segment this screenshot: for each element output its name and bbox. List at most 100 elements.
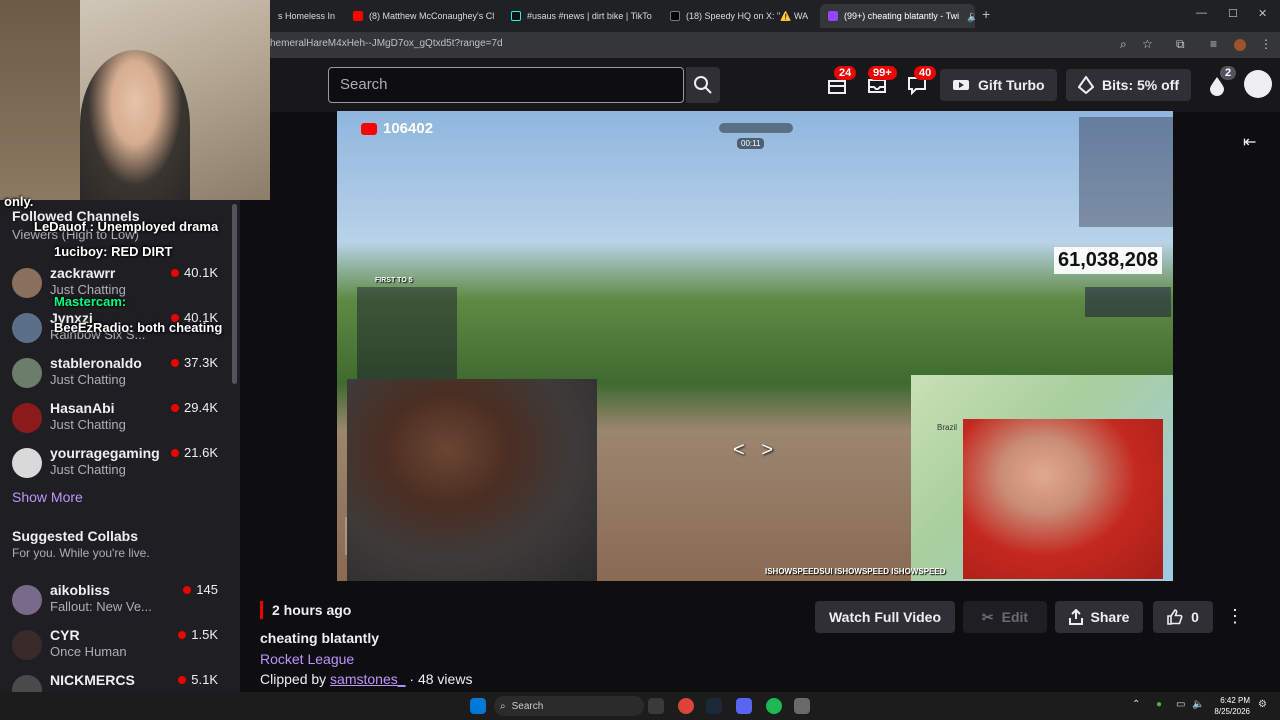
chat-message: only. (4, 194, 34, 209)
clip-time-ago: 2 hours ago (272, 602, 352, 618)
discord-icon[interactable] (736, 698, 752, 714)
background-shelf (0, 0, 80, 200)
browser-tab-active[interactable]: (99+) cheating blatantly - Twi 🔈 ✕ (820, 4, 975, 28)
address-bar[interactable]: hemeralHareM4xHeh--JMgD7ox_gQtxd5t?range… (270, 32, 1280, 58)
browser-tab[interactable]: #usaus #news | dirt bike | TikTo ✕ (503, 4, 655, 28)
clip-game-link[interactable]: Rocket League (260, 651, 354, 667)
channel-game: Just Chatting (50, 372, 126, 387)
notification-badge: 99+ (868, 66, 897, 80)
browser-tab[interactable]: (8) Matthew McConaughey's Cl ✕ (345, 4, 497, 28)
avatar (12, 358, 42, 388)
clock-date: 8/25/2026 (1214, 707, 1250, 716)
viewer-count-value: 29.4K (184, 400, 218, 415)
search-input[interactable]: Search (328, 67, 684, 103)
chat-message: BeeEzRadio: both cheating (54, 320, 223, 335)
viewer-count-value: 21.6K (184, 445, 218, 460)
ishowspeed-cam (347, 379, 597, 581)
clip-attribution: Clipped by samstones_ · 48 views (260, 671, 472, 687)
guest-streamer-cam (963, 419, 1163, 579)
tab-label: (99+) cheating blatantly - Twi (844, 11, 960, 21)
viewer-count: 5.1K (178, 672, 218, 687)
more-options-icon[interactable]: ⋮ (1226, 606, 1244, 627)
volume-icon[interactable]: 🔈 (1192, 699, 1204, 710)
scoreboard-header: FIRST TO 5 (375, 277, 413, 284)
chat-message: LeDauof : Unemployed drama (34, 219, 219, 234)
new-tab-button[interactable]: + (982, 6, 990, 22)
live-indicator-icon (178, 630, 187, 639)
tray-chevron-icon[interactable]: ⌃ (1132, 699, 1140, 710)
sidebar-channel-stableronaldo[interactable]: stableronaldo Just Chatting 37.3K (0, 352, 230, 397)
microphone-icon[interactable]: ● (1156, 699, 1162, 710)
share-button[interactable]: Share (1055, 601, 1143, 633)
sidebar: Followed Channels Viewers (High to Low) … (0, 200, 240, 692)
profile-avatar[interactable] (1234, 39, 1246, 51)
avatar (12, 675, 42, 692)
show-more-link[interactable]: Show More (12, 489, 83, 505)
channel-name: zackrawrr (50, 265, 116, 281)
windows-start-icon[interactable] (470, 698, 486, 714)
collapse-panel-icon[interactable]: ⇤ (1243, 132, 1256, 152)
share-icon (1068, 609, 1083, 625)
live-indicator-icon (171, 403, 180, 412)
viewer-count-value: 145 (196, 582, 218, 597)
browser-tab[interactable]: s Homeless In ✕ (270, 4, 342, 28)
tab-label: (18) Speedy HQ on X: "⚠️ WA (686, 10, 809, 21)
steam-icon[interactable] (706, 698, 722, 714)
spotify-icon[interactable] (766, 698, 782, 714)
window-close-button[interactable]: ✕ (1258, 7, 1267, 20)
progress-indicator (719, 123, 793, 133)
channel-name: NICKMERCS (50, 672, 135, 688)
viewer-count-value: 5.1K (191, 672, 218, 687)
chrome-icon[interactable] (678, 698, 694, 714)
settings-icon[interactable] (794, 698, 810, 714)
streamer-figure (80, 50, 190, 200)
extensions-icon[interactable]: ⧉ (1176, 37, 1185, 52)
search-button[interactable] (686, 67, 720, 103)
live-indicator-icon (171, 448, 180, 457)
nav-arrows-icon[interactable]: < > (733, 439, 773, 462)
avatar (12, 630, 42, 660)
system-clock[interactable]: 6:42 PM 8/25/2026 (1214, 695, 1250, 717)
gift-turbo-button[interactable]: Gift Turbo (940, 69, 1057, 101)
clip-author-link[interactable]: samstones_ (330, 671, 405, 687)
twitch-icon (828, 11, 838, 21)
sidebar-channel-yourragegaming[interactable]: yourragegaming Just Chatting 21.6K (0, 442, 230, 487)
url-text[interactable]: hemeralHareM4xHeh--JMgD7ox_gQtxd5t?range… (270, 38, 503, 49)
network-icon[interactable]: ▭ (1176, 699, 1185, 710)
sidebar-scrollbar[interactable] (232, 204, 237, 384)
user-avatar[interactable] (1244, 70, 1272, 98)
bookmark-star-icon[interactable]: ☆ (1142, 37, 1153, 51)
bits-label: Bits: 5% off (1102, 77, 1179, 93)
sidebar-channel-hasanabi[interactable]: HasanAbi Just Chatting 29.4K (0, 397, 230, 442)
sidebar-collab-aikobliss[interactable]: aikobliss Fallout: New Ve... 145 (0, 579, 230, 624)
share-label: Share (1090, 609, 1130, 625)
x-icon (670, 11, 680, 21)
browser-tab[interactable]: (18) Speedy HQ on X: "⚠️ WA ✕ (662, 4, 814, 28)
zoom-icon[interactable]: ⌕ (1120, 37, 1127, 52)
chat-message: Mastercam: (54, 294, 127, 309)
notification-badge: 24 (834, 66, 857, 80)
minimize-button[interactable]: — (1196, 7, 1207, 19)
channel-name: aikobliss (50, 582, 110, 598)
bits-button[interactable]: Bits: 5% off (1066, 69, 1191, 101)
clip-video-player[interactable]: 106402 00:11 FIRST TO 5 < > Brazil ISHOW… (337, 111, 1173, 581)
viewer-count-value: 40.1K (184, 265, 218, 280)
sidebar-collab-cyr[interactable]: CYR Once Human 1.5K (0, 624, 230, 669)
channel-name: CYR (50, 627, 80, 643)
taskbar-search[interactable]: ⌕ Search (494, 696, 644, 716)
settings-gear-icon[interactable]: ⚙ (1258, 699, 1267, 710)
sidebar-collab-nickmercs[interactable]: NICKMERCS 5.1K (0, 669, 230, 692)
suggested-collabs-sub: For you. While you're live. (12, 546, 150, 560)
live-indicator-icon (171, 268, 180, 277)
task-view-icon[interactable] (648, 698, 664, 714)
reading-list-icon[interactable]: ≡ (1210, 37, 1217, 51)
browser-menu-icon[interactable]: ⋮ (1260, 37, 1272, 51)
maximize-button[interactable]: ☐ (1228, 7, 1238, 20)
viewer-count: 1.5K (178, 627, 218, 642)
like-button[interactable]: 0 (1153, 601, 1213, 633)
mute-icon[interactable]: 🔈 (967, 10, 975, 23)
youtube-subscriber-count: 106402 (383, 120, 434, 137)
watch-full-video-button[interactable]: Watch Full Video (815, 601, 955, 633)
edit-button[interactable]: ✂ Edit (963, 601, 1047, 633)
avatar (12, 268, 42, 298)
